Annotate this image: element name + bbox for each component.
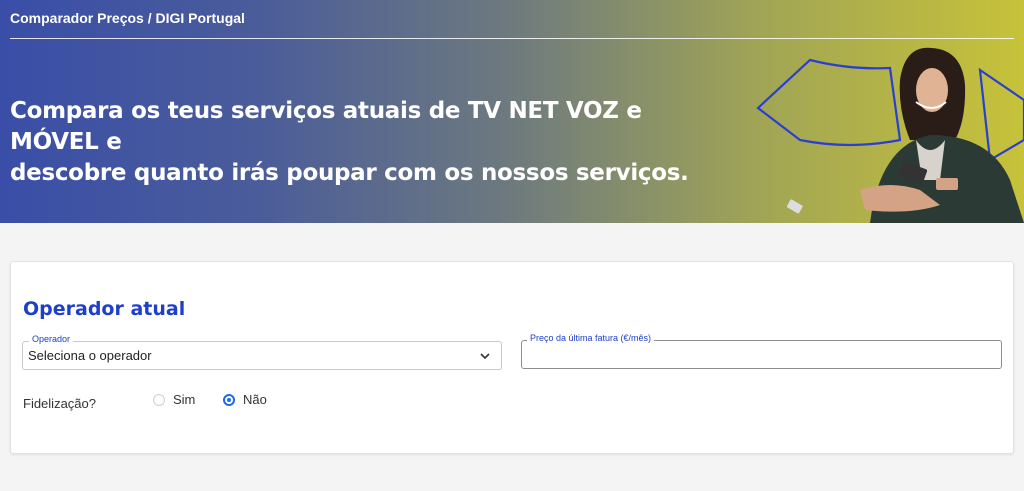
- headline-line-2: descobre quanto irás poupar com os nosso…: [10, 160, 689, 186]
- operator-legend: Operador: [29, 334, 74, 344]
- hero-divider: [10, 38, 1014, 39]
- operator-card: Operador atual Operador Seleciona o oper…: [10, 261, 1014, 454]
- radio-nao-label: Não: [243, 392, 267, 407]
- price-legend: Preço da última fatura (€/mês): [527, 333, 655, 343]
- price-field[interactable]: Preço da última fatura (€/mês): [521, 333, 1002, 369]
- operator-select-value: Seleciona o operador: [28, 348, 152, 363]
- radio-sim-circle[interactable]: [153, 393, 165, 406]
- radio-sim[interactable]: Sim: [153, 392, 195, 407]
- radio-nao-circle[interactable]: [223, 393, 235, 406]
- operator-select[interactable]: Operador Seleciona o operador: [22, 334, 502, 370]
- hero-banner: Comparador Preços / DIGI Portugal Compar…: [0, 0, 1024, 223]
- headline-line-1: Compara os teus serviços atuais de TV NE…: [10, 98, 642, 155]
- radio-sim-label: Sim: [173, 392, 196, 407]
- fidelizacao-label: Fidelização?: [23, 396, 96, 411]
- brand-title[interactable]: Comparador Preços / DIGI Portugal: [10, 10, 245, 26]
- chevron-down-icon: [480, 353, 490, 360]
- hero-illustration: [756, 47, 1024, 223]
- radio-nao[interactable]: Não: [223, 392, 267, 407]
- hero-headline: Compara os teus serviços atuais de TV NE…: [10, 96, 710, 189]
- section-title: Operador atual: [23, 298, 186, 320]
